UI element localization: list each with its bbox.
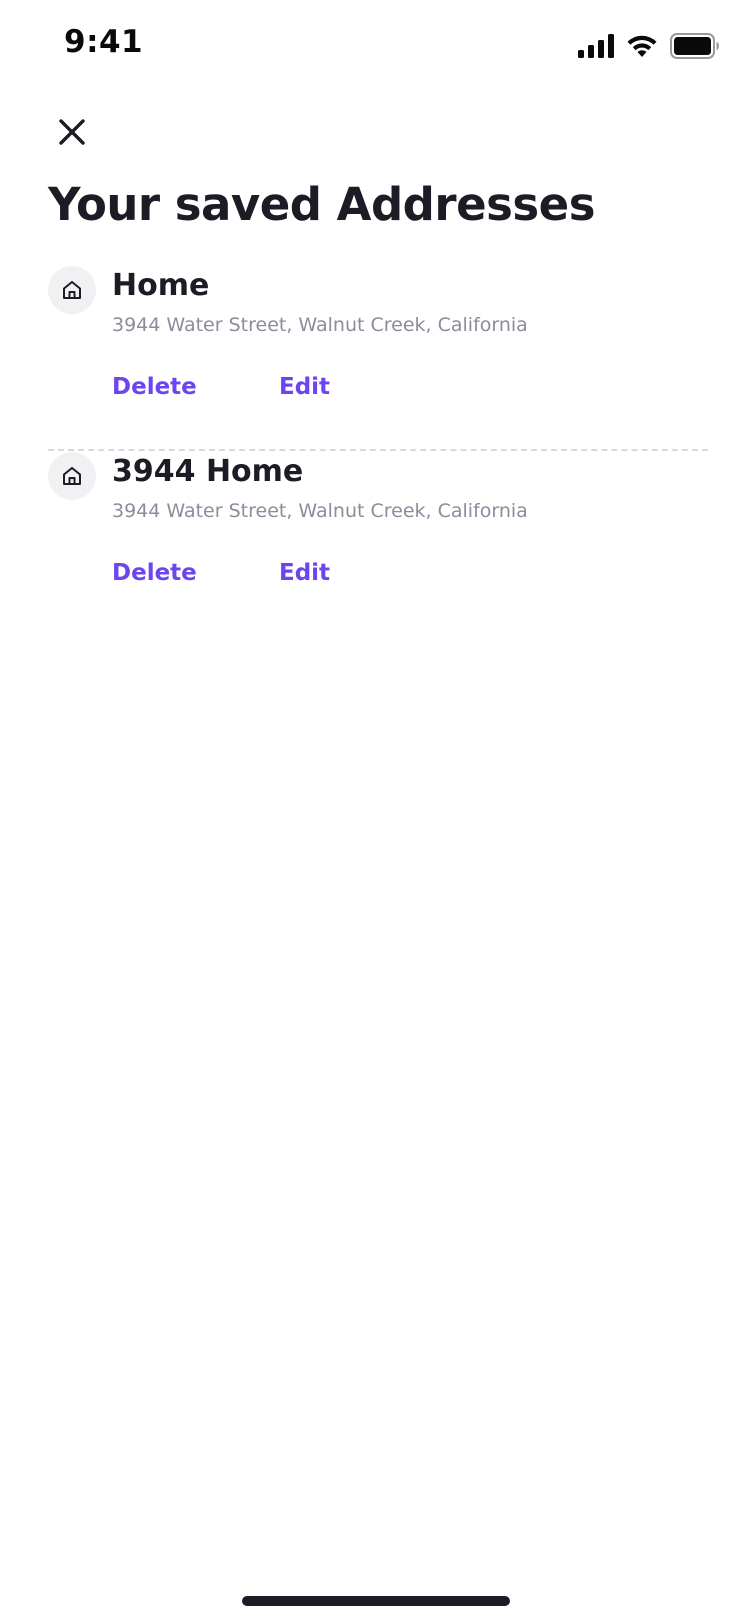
address-actions: Delete Edit bbox=[112, 374, 512, 404]
signal-icon bbox=[578, 34, 614, 58]
edit-button[interactable]: Edit bbox=[279, 374, 330, 400]
delete-button[interactable]: Delete bbox=[112, 560, 197, 586]
wifi-icon bbox=[627, 35, 657, 57]
home-icon bbox=[63, 281, 81, 299]
battery-icon bbox=[670, 33, 719, 59]
status-time: 9:41 bbox=[64, 24, 144, 60]
home-indicator[interactable] bbox=[242, 1596, 510, 1606]
address-name: 3944 Home bbox=[112, 454, 304, 489]
home-icon-container bbox=[48, 266, 96, 314]
address-line: 3944 Water Street, Walnut Creek, Califor… bbox=[112, 500, 528, 522]
home-icon-container bbox=[48, 452, 96, 500]
divider bbox=[48, 449, 708, 451]
address-item-3944-home: 3944 Home 3944 Water Street, Walnut Cree… bbox=[48, 452, 704, 638]
delete-button[interactable]: Delete bbox=[112, 374, 197, 400]
address-list: Home 3944 Water Street, Walnut Creek, Ca… bbox=[48, 266, 708, 638]
address-actions: Delete Edit bbox=[112, 560, 512, 590]
edit-button[interactable]: Edit bbox=[279, 560, 330, 586]
address-item-home: Home 3944 Water Street, Walnut Creek, Ca… bbox=[48, 266, 704, 452]
close-icon bbox=[59, 119, 85, 145]
close-button[interactable] bbox=[48, 108, 96, 156]
home-icon bbox=[63, 467, 81, 485]
status-icons bbox=[578, 32, 720, 60]
status-bar: 9:41 bbox=[0, 0, 750, 90]
address-name: Home bbox=[112, 268, 210, 303]
address-line: 3944 Water Street, Walnut Creek, Califor… bbox=[112, 314, 528, 336]
page-title: Your saved Addresses bbox=[48, 178, 596, 231]
